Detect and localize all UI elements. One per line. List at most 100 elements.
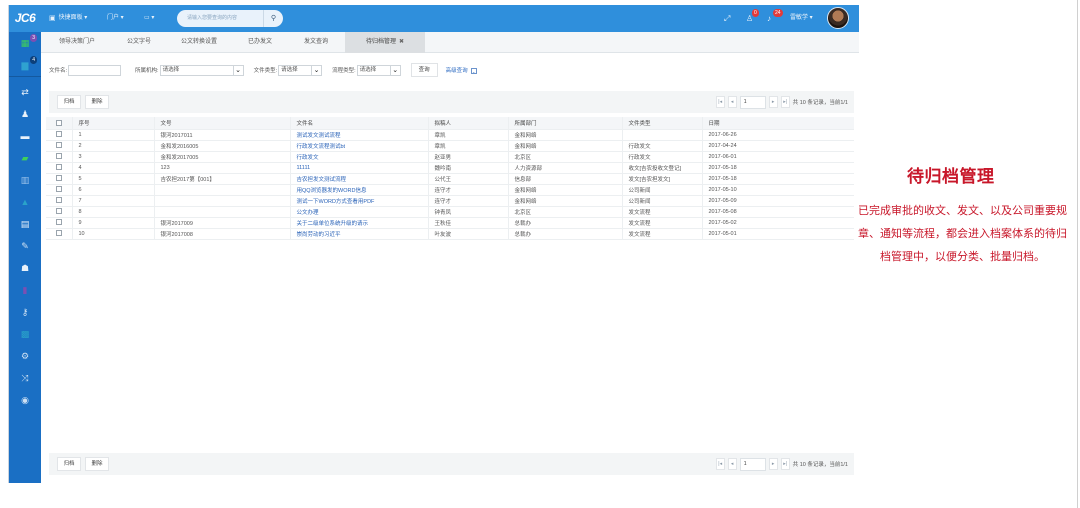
sidebar-item-archive[interactable]: ▤ [9, 213, 41, 235]
row-checkbox[interactable] [46, 140, 72, 152]
cell-file-name[interactable]: 关于二级单位系统升级的请示 [289, 217, 428, 229]
sidebar-item-key[interactable]: ⚷ [9, 301, 41, 323]
bell-icon[interactable]: ♪ [767, 5, 771, 32]
sidebar-item-chart[interactable]: ▮ [9, 279, 41, 301]
table-row[interactable]: 3 金和发2017005 行政发文 赵亚男 北京区 行政发文 2017-06-01 [46, 151, 854, 163]
prev-page-button[interactable]: ◂ [727, 96, 737, 108]
table-row[interactable]: 8 公文办理 钟青凤 北京区 发文流程 2017-05-08 [46, 206, 854, 218]
monitor-menu[interactable]: ▭ ▾ [144, 5, 154, 32]
table-row[interactable]: 1 银河2017011 测试发文测试流程 章凯 金和网络 2017-06-26 [46, 129, 854, 141]
search-icon[interactable]: ⚲ [263, 10, 283, 27]
sidebar-item-shuffle[interactable]: ⤨ [9, 367, 41, 389]
table-row[interactable]: 10 银河2017008 崇尚劳动的习近平 叶友波 总裁办 发文流程 2017-05-01 [46, 228, 854, 240]
file-name-input[interactable] [68, 64, 122, 76]
checkbox[interactable] [55, 153, 62, 160]
prev-page-button[interactable]: ◂ [727, 458, 737, 470]
row-checkbox[interactable] [46, 129, 72, 141]
cell-file-name[interactable]: 行政发文流程测试bt [289, 140, 428, 152]
row-checkbox[interactable] [46, 162, 72, 174]
tab-doc-number[interactable]: 公文字号 [113, 32, 165, 53]
tab-doc-query[interactable]: 发文查询 [287, 32, 345, 53]
tab-leader-portal[interactable]: 领导决策门户 [41, 32, 113, 53]
cell-file-name[interactable]: 行政发文 [289, 151, 428, 163]
advanced-query-link[interactable]: 高级查询 ⌄ [446, 66, 477, 74]
last-page-button[interactable]: ▸| [780, 96, 790, 108]
archive-button-bottom[interactable]: 归档 [57, 457, 81, 471]
checkbox[interactable] [55, 131, 62, 138]
sidebar-item-edit[interactable]: ✎ [9, 235, 41, 257]
flow-type-select[interactable]: 请选择 ⌄ [356, 64, 401, 76]
row-checkbox[interactable] [46, 184, 72, 196]
tab-doc-conversion[interactable]: 公文转换设置 [165, 32, 233, 53]
sidebar-item-folder[interactable]: ▆ 4 [9, 54, 41, 76]
avatar[interactable] [827, 7, 849, 29]
next-page-button[interactable]: ▸ [768, 458, 778, 470]
sidebar-item-education[interactable]: ▲ [9, 191, 41, 213]
table-row[interactable]: 5 吉农担2017第【001】 吉农担发文测试流程 公代王 信息部 发文[吉农担发文] 20… [46, 173, 854, 185]
col-date[interactable]: 日期 [701, 117, 854, 130]
page-number-input[interactable]: 1 [739, 95, 766, 109]
sidebar-item-comment[interactable]: ▬ [9, 125, 41, 147]
table-row[interactable]: 6 用QQ浏览器发的WORD信息 连守才 金和网络 公司新闻 2017-05-10 [46, 184, 854, 196]
quick-panel-menu[interactable]: ▣ 快捷面板 ▾ [49, 5, 87, 32]
checkbox[interactable] [55, 164, 62, 171]
col-file-name[interactable]: 文件名 [289, 117, 428, 130]
page-number-input[interactable]: 1 [739, 457, 766, 471]
sidebar-item-calendar[interactable]: ▩ [9, 323, 41, 345]
sidebar-item-user[interactable]: ♟ [9, 103, 41, 125]
table-row[interactable]: 2 金和发2016005 行政发文流程测试bt 章凯 金和网络 行政发文 2017-04-2… [46, 140, 854, 152]
cell-file-name[interactable]: 11111 [289, 162, 428, 174]
row-checkbox[interactable] [46, 217, 72, 229]
sidebar-item-settings[interactable]: ⚙ [9, 345, 41, 367]
table-row[interactable]: 9 银河2017009 关于二级单位系统升级的请示 王秋佳 总裁办 发文流程 2017-05… [46, 217, 854, 229]
table-row[interactable]: 7 测试一下WORD方式查看用PDF 连守才 金和网络 公司新闻 2017-05-09 [46, 195, 854, 207]
sidebar-item-exchange[interactable]: ⇄ [9, 81, 41, 103]
row-checkbox[interactable] [46, 206, 72, 218]
expand-icon[interactable]: ⤢ [724, 5, 730, 32]
cell-file-name[interactable]: 测试发文测试流程 [289, 129, 428, 141]
archive-button[interactable]: 归档 [57, 95, 81, 109]
cell-file-name[interactable]: 公文办理 [289, 206, 428, 218]
col-index[interactable]: 序号 [71, 117, 154, 130]
next-page-button[interactable]: ▸ [768, 96, 778, 108]
close-tab-icon[interactable]: ✖ [399, 39, 404, 45]
checkbox[interactable] [55, 219, 62, 226]
cell-file-name[interactable]: 崇尚劳动的习近平 [289, 228, 428, 240]
delete-button-bottom[interactable]: 删除 [85, 457, 109, 471]
col-drafter[interactable]: 拟稿人 [427, 117, 508, 130]
tab-sent-docs[interactable]: 已办发文 [233, 32, 287, 53]
portal-menu[interactable]: 门户 ▾ [107, 5, 124, 32]
row-checkbox[interactable] [46, 173, 72, 185]
select-all-checkbox[interactable] [46, 117, 72, 130]
search-box[interactable]: 请输入您要查询的内容 ⚲ [177, 10, 283, 27]
tab-pending-archive[interactable]: 待归档管理 ✖ [345, 32, 425, 53]
user-menu[interactable]: 雷敏学 ▾ [790, 5, 813, 32]
delete-button[interactable]: 删除 [85, 95, 109, 109]
cell-file-name[interactable]: 吉农担发文测试流程 [289, 173, 428, 185]
col-file-type[interactable]: 文件类型 [621, 117, 702, 130]
col-department[interactable]: 所属部门 [507, 117, 622, 130]
first-page-button[interactable]: |◂ [715, 96, 725, 108]
org-select[interactable]: 请选择 ⌄ [159, 64, 244, 76]
table-row[interactable]: 4 123 11111 魏吟南 人力资源部 收文[吉农投收文登记] 2017-05-18 [46, 162, 854, 174]
sidebar-item-briefcase[interactable]: ▰ [9, 147, 41, 169]
search-input[interactable]: 请输入您要查询的内容 [187, 10, 237, 27]
cell-file-name[interactable]: 用QQ浏览器发的WORD信息 [289, 184, 428, 196]
cell-file-name[interactable]: 测试一下WORD方式查看用PDF [289, 195, 428, 207]
sidebar-item-book[interactable]: ▥ [9, 169, 41, 191]
file-type-select[interactable]: 请选择 ⌄ [278, 64, 323, 76]
row-checkbox[interactable] [46, 228, 72, 240]
checkbox[interactable] [55, 197, 62, 204]
last-page-button[interactable]: ▸| [780, 458, 790, 470]
checkbox[interactable] [55, 230, 62, 237]
col-doc-number[interactable]: 文号 [153, 117, 290, 130]
checkbox[interactable] [55, 208, 62, 215]
sidebar-item-apps[interactable]: ▦ 3 [9, 32, 41, 54]
checkbox[interactable] [55, 186, 62, 193]
sidebar-item-users[interactable]: ☗ [9, 257, 41, 279]
first-page-button[interactable]: |◂ [715, 458, 725, 470]
query-button[interactable]: 查询 [410, 63, 438, 77]
checkbox[interactable] [55, 142, 62, 149]
sidebar-item-eye[interactable]: ◉ [9, 389, 41, 411]
row-checkbox[interactable] [46, 195, 72, 207]
